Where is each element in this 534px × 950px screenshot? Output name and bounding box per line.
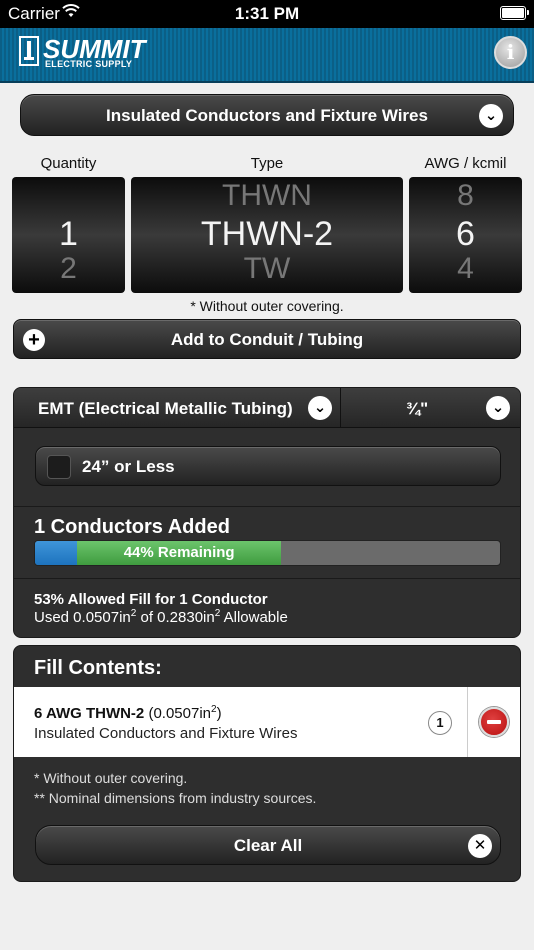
clear-all-label: Clear All [233,836,303,855]
add-to-conduit-label: Add to Conduit / Tubing [170,330,364,349]
item-name: 6 AWG THWN-2 (0.0507in2) [34,704,222,723]
length-checkbox-button[interactable]: 24” or Less [35,446,501,486]
fill-remaining-segment: 44% Remaining [76,541,282,565]
status-bar: Carrier 1:31 PM [0,0,534,28]
awg-current-value: 6 [456,215,475,253]
allowed-fill-text: 53% Allowed Fill for 1 Conductor [34,591,268,608]
logo-subtitle: ELECTRIC SUPPLY [45,59,133,69]
chevron-down-icon[interactable]: ⌄ [308,396,332,420]
clock: 1:31 PM [234,4,300,23]
type-current-value: THWN-2 [200,215,334,253]
info-button[interactable]: i [494,36,527,69]
divider [14,578,520,579]
clear-all-button[interactable]: Clear All ✕ [35,825,501,865]
category-label: Insulated Conductors and Fixture Wires [106,106,428,125]
divider [14,506,520,507]
type-prev-value: THWN [222,179,312,212]
length-option-label: 24” or Less [82,457,175,476]
conduit-panel: EMT (Electrical Metallic Tubing) ⌄ ¾" ⌄ … [13,387,521,638]
quantity-current-value: 1 [59,215,78,253]
conductors-added-count: 1 Conductors Added [34,516,230,538]
type-next-value: TW [243,252,291,285]
quantity-picker[interactable]: 1 2 [12,177,125,293]
divider [467,687,468,757]
without-covering-note: * Without outer covering. [190,298,344,314]
category-dropdown[interactable]: Insulated Conductors and Fixture Wires ⌄ [20,94,514,136]
awg-next-value: 4 [457,252,474,285]
awg-picker[interactable]: 8 6 4 [409,177,522,293]
add-to-conduit-button[interactable]: + Add to Conduit / Tubing [13,319,521,359]
quantity-column-label: Quantity [40,155,97,172]
remove-icon[interactable] [479,707,509,737]
divider [340,388,341,428]
used-fill-text: Used 0.0507in2 of 0.2830in2 Allowable [34,608,288,627]
chevron-down-icon: ⌄ [479,104,503,128]
close-icon: ✕ [468,834,492,858]
logo-mark-icon [19,36,39,66]
item-description: Insulated Conductors and Fixture Wires [34,725,298,742]
chevron-down-icon[interactable]: ⌄ [486,396,510,420]
fill-contents-panel: Fill Contents: 6 AWG THWN-2 (0.0507in2) … [13,645,521,882]
awg-column-label: AWG / kcmil [424,155,507,172]
quantity-next-value: 2 [60,252,77,285]
footnote-dimensions: ** Nominal dimensions from industry sour… [34,790,317,806]
footnote-covering: * Without outer covering. [34,770,188,786]
awg-prev-value: 8 [457,179,474,212]
checkbox-icon [47,455,71,479]
fill-used-segment [35,541,77,565]
fill-contents-title: Fill Contents: [34,657,162,679]
type-picker[interactable]: THWN THWN-2 TW [131,177,403,293]
item-count-badge: 1 [428,711,452,735]
conduit-selector-bar: EMT (Electrical Metallic Tubing) ⌄ ¾" ⌄ [14,388,520,428]
app-header: SUMMIT ELECTRIC SUPPLY i [0,28,534,83]
type-column-label: Type [250,155,284,172]
conduit-type-label[interactable]: EMT (Electrical Metallic Tubing) [38,399,293,419]
conduit-size-label[interactable]: ¾" [406,399,428,419]
battery-icon [500,6,529,20]
info-icon: i [506,40,515,64]
plus-icon: + [23,329,45,351]
list-item[interactable]: 6 AWG THWN-2 (0.0507in2) Insulated Condu… [14,687,520,757]
fill-progress-bar: 44% Remaining [34,540,501,566]
